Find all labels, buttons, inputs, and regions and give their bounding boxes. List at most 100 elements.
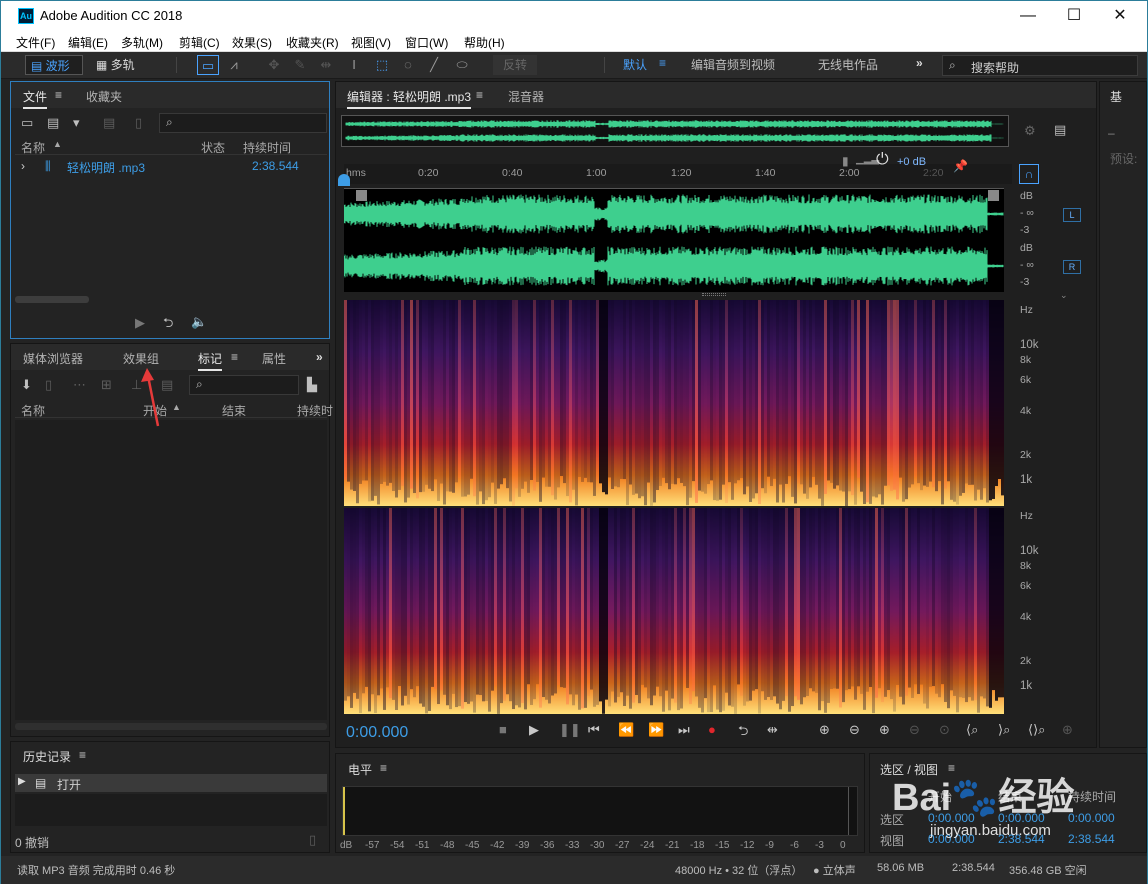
loop-icon[interactable]: ⮌ (163, 314, 173, 336)
view-duration[interactable]: 2:38.544 (1068, 832, 1115, 846)
column-name[interactable]: 名称 (21, 139, 45, 156)
zoom-in-amplitude-icon[interactable]: ⊕ (819, 722, 830, 738)
panel-menu-icon[interactable]: ≡ (231, 350, 238, 364)
tab-markers[interactable]: 标记 (198, 350, 223, 371)
horizontal-scrollbar[interactable] (15, 723, 327, 730)
selection-start[interactable]: 0:00.000 (928, 811, 975, 825)
tab-properties[interactable]: 属性 (262, 350, 286, 367)
new-file-icon[interactable]: ▾ (73, 115, 80, 131)
zoom-out-amplitude-icon[interactable]: ⊖ (849, 722, 860, 738)
essential-sound-tab[interactable]: 基 (1110, 88, 1122, 105)
spot-healing-icon[interactable]: ⬭ (451, 55, 473, 75)
zoom-reset-icon[interactable]: ⊕ (1062, 722, 1073, 738)
tab-effects-rack[interactable]: 效果组 (123, 350, 159, 367)
markers-search-input[interactable]: ⌕ (189, 375, 299, 395)
zoom-navigator-icon[interactable]: ⚙ (1024, 123, 1036, 139)
column-status[interactable]: 状态 (201, 139, 225, 156)
fade-in-handle-icon[interactable] (356, 190, 367, 201)
column-end[interactable]: 结束 (222, 402, 246, 419)
skip-to-end-icon[interactable]: ⏭ (678, 722, 690, 738)
zoom-selection-icon[interactable]: ⟨⟩⌕ (1028, 722, 1045, 738)
splitter-grip-icon[interactable] (702, 293, 726, 296)
loop-icon[interactable]: ⮌ (738, 722, 748, 744)
more-panels-icon[interactable]: » (316, 350, 323, 364)
merge-markers-icon[interactable]: ⋯ (73, 377, 86, 393)
horizontal-scrollbar[interactable] (15, 296, 89, 303)
marker-filter-icon[interactable]: ▙ (307, 377, 317, 393)
view-start[interactable]: 0:00.000 (928, 832, 975, 846)
menu-multitrack[interactable]: 多轨(M) (121, 34, 163, 51)
tab-editor[interactable]: 编辑器 : 轻松明朗 .mp3 (347, 88, 472, 109)
column-duration[interactable]: 持续时间 (243, 139, 291, 156)
chevron-down-icon[interactable]: ⌄ (1060, 290, 1068, 301)
maximize-button[interactable]: ☐ (1051, 1, 1097, 31)
volume-knob-icon[interactable]: ⏻ (876, 151, 889, 169)
waveform-left-channel[interactable] (343, 188, 1004, 240)
menu-clip[interactable]: 剪辑(C) (179, 34, 220, 51)
menu-file[interactable]: 文件(F) (16, 34, 55, 51)
panel-menu-icon[interactable]: ≡ (476, 88, 483, 102)
menu-effects[interactable]: 效果(S) (232, 34, 272, 51)
play-icon[interactable]: ▶ (135, 315, 145, 331)
insert-multitrack-icon[interactable]: ▤ (103, 115, 115, 131)
fade-out-handle-icon[interactable] (988, 190, 999, 201)
spectral-display-left[interactable] (344, 300, 1009, 506)
selection-end[interactable]: 0:00.000 (998, 811, 1045, 825)
export-marker-icon[interactable]: ⊞ (101, 377, 112, 393)
zoom-out-full-icon[interactable]: ⊙ (939, 722, 950, 738)
workspace-radio-production[interactable]: 无线电作品 (818, 56, 878, 73)
waveform-right-channel[interactable] (343, 240, 1004, 292)
waveform-mode-button[interactable]: ▤ 波形 (25, 55, 83, 75)
snap-magnet-icon[interactable]: ∩ (1019, 164, 1039, 184)
brush-tool-icon[interactable]: ╱ (423, 55, 445, 75)
menu-window[interactable]: 窗口(W) (405, 34, 448, 51)
column-duration[interactable]: 持续时 (297, 402, 333, 419)
expand-arrow-icon[interactable]: › (21, 159, 25, 173)
delete-history-icon[interactable]: ▯ (309, 832, 316, 848)
tab-favorites[interactable]: 收藏夹 (86, 88, 122, 105)
view-end[interactable]: 2:38.544 (998, 832, 1045, 846)
razor-tool-icon[interactable]: ✎ (289, 55, 311, 75)
autoplay-speaker-icon[interactable]: 🔈 (191, 314, 207, 330)
delete-marker-icon[interactable]: ▯ (45, 377, 52, 393)
minimize-button[interactable]: — (1005, 1, 1051, 31)
stop-icon[interactable]: ■ (499, 722, 507, 737)
overview-waveform[interactable] (341, 115, 1009, 147)
right-channel-toggle[interactable]: R (1063, 260, 1081, 274)
column-name[interactable]: 名称 (21, 402, 45, 419)
skip-to-start-icon[interactable]: ⏮ (588, 722, 600, 738)
zoom-in-time-icon[interactable]: ⊕ (879, 722, 890, 738)
more-workspaces-icon[interactable]: » (916, 56, 923, 70)
history-item[interactable]: ▶ ▤ 打开 (15, 774, 327, 792)
file-row[interactable]: › ⫼ 轻松明朗 .mp3 2:38.544 (15, 158, 327, 176)
tab-media-browser[interactable]: 媒体浏览器 (23, 350, 83, 367)
marquee-tool-icon[interactable]: ⬚ (371, 55, 393, 75)
rewind-icon[interactable]: ⏪ (618, 722, 634, 738)
zoom-in-right-icon[interactable]: ⟩⌕ (998, 722, 1010, 738)
tab-mixer[interactable]: 混音器 (508, 88, 544, 105)
slip-tool-icon[interactable]: ⇹ (315, 55, 337, 75)
menu-view[interactable]: 视图(V) (351, 34, 391, 51)
workspace-menu-icon[interactable]: ≡ (659, 56, 666, 70)
move-tool-icon[interactable]: ✥ (263, 55, 285, 75)
panel-menu-icon[interactable]: ≡ (79, 748, 86, 762)
close-button[interactable]: ✕ (1097, 1, 1143, 31)
time-display[interactable]: 0:00.000 (346, 724, 408, 742)
reverse-button[interactable]: 反转 (493, 55, 537, 75)
collapse-icon[interactable]: – (1108, 126, 1115, 140)
time-selection-tool-icon[interactable]: I (343, 55, 365, 75)
record-icon[interactable]: ● (708, 722, 716, 737)
pause-icon[interactable]: ❚❚ (559, 722, 581, 738)
import-file-icon[interactable]: ▤ (47, 115, 59, 131)
add-marker-icon[interactable]: ⬇ (21, 377, 32, 393)
selection-duration[interactable]: 0:00.000 (1068, 811, 1115, 825)
zoom-out-time-icon[interactable]: ⊖ (909, 722, 920, 738)
files-search-input[interactable]: ⌕ (159, 113, 327, 133)
open-file-icon[interactable]: ▭ (21, 115, 33, 131)
workspace-edit-audio-to-video[interactable]: 编辑音频到视频 (691, 56, 775, 73)
delete-icon[interactable]: ▯ (135, 115, 142, 131)
panel-menu-icon[interactable]: ≡ (55, 88, 62, 102)
panel-menu-icon[interactable]: ≡ (380, 761, 387, 775)
volume-hud[interactable]: ▮ ▁▂▃ ⏻ +0 dB (842, 151, 942, 174)
panel-menu-icon[interactable]: ≡ (948, 761, 955, 775)
